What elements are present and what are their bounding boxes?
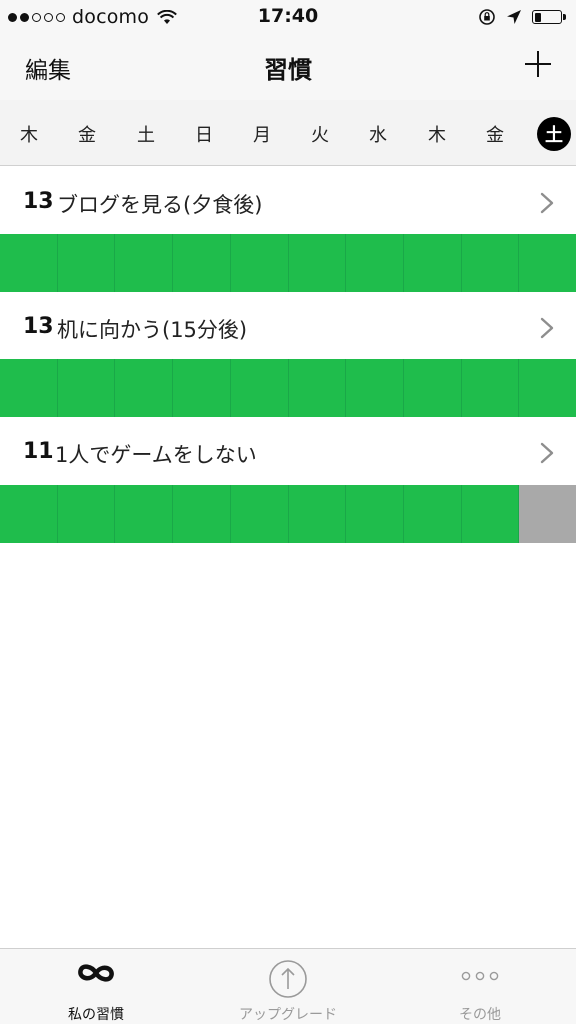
day-label[interactable]: 木 [420,117,454,151]
habit-name: 机に向かう(15分後) [57,318,248,342]
day-cell-done[interactable] [403,485,462,543]
day-label-today[interactable]: 土 [537,117,571,151]
day-label[interactable]: 月 [245,117,279,151]
tab-label: アップグレード [239,1007,337,1023]
day-cell-done[interactable] [173,359,231,417]
habit-progress-bar[interactable] [0,485,576,543]
habit-row[interactable]: 11 1人でゲームをしない [0,417,576,484]
day-row: 木 金 土 日 月 火 水 木 金 土 [0,100,576,166]
upgrade-arrow-icon [269,960,307,998]
day-cell-done[interactable] [0,359,58,417]
habit-streak-count: 11 [23,439,54,464]
habits-screen: docomo 17:40 編集 習慣 木 金 土 日 月 火 水 木 金 土 1… [0,0,576,1024]
infinity-icon [78,964,114,982]
rotation-lock-icon [479,9,495,25]
tab-my-habits[interactable]: 私の習慣 [0,949,192,1024]
day-cell-done[interactable] [230,359,289,417]
day-cell-done[interactable] [288,485,347,543]
day-cell-done[interactable] [173,234,231,292]
status-right [478,6,566,28]
day-cell-done[interactable] [230,234,289,292]
location-arrow-icon [507,10,521,24]
nav-bar: 編集 習慣 [0,34,576,100]
day-cell-done[interactable] [173,485,231,543]
tab-label: その他 [459,1007,501,1023]
day-cell-done[interactable] [115,359,174,417]
add-icon[interactable] [522,48,554,80]
day-cell-done[interactable] [461,485,520,543]
habit-row[interactable]: 13 机に向かう(15分後) [0,292,576,359]
day-cell-missed[interactable] [519,485,576,543]
day-cell-done[interactable] [288,359,347,417]
day-cell-done[interactable] [346,359,404,417]
day-cell-done[interactable] [115,485,174,543]
day-cell-done[interactable] [346,234,404,292]
day-cell-done[interactable] [403,234,462,292]
day-label[interactable]: 火 [303,117,337,151]
tab-more[interactable]: その他 [384,949,576,1024]
tab-bar: 私の習慣 アップグレード その他 [0,948,576,1024]
day-cell-done[interactable] [230,485,289,543]
tab-label: 私の習慣 [68,1007,124,1023]
day-cell-done[interactable] [288,234,347,292]
day-label[interactable]: 土 [129,117,163,151]
status-bar: docomo 17:40 [0,0,576,34]
day-cell-done[interactable] [0,234,58,292]
more-dots-icon [461,971,499,981]
page-title: 習慣 [264,56,312,84]
habit-streak-count: 13 [23,314,54,339]
day-label[interactable]: 水 [361,117,395,151]
day-cell-done[interactable] [115,234,174,292]
day-cell-done[interactable] [346,485,404,543]
habit-progress-bar[interactable] [0,359,576,417]
tab-upgrade[interactable]: アップグレード [192,949,384,1024]
chevron-right-icon[interactable] [540,317,554,339]
habit-name: ブログを見る(夕食後) [57,193,263,217]
day-cell-done[interactable] [519,234,576,292]
day-label[interactable]: 金 [478,117,512,151]
day-cell-done[interactable] [57,234,116,292]
chevron-right-icon[interactable] [540,192,554,214]
day-label[interactable]: 木 [12,117,46,151]
day-cell-done[interactable] [519,359,576,417]
day-cell-done[interactable] [403,359,462,417]
habit-progress-bar[interactable] [0,234,576,292]
day-cell-done[interactable] [461,234,520,292]
day-cell-done[interactable] [461,359,520,417]
battery-icon [532,10,566,24]
habit-streak-count: 13 [23,189,54,214]
habit-name: 1人でゲームをしない [55,443,257,467]
day-cell-done[interactable] [57,485,116,543]
day-label[interactable]: 日 [187,117,221,151]
day-label[interactable]: 金 [70,117,104,151]
chevron-right-icon[interactable] [540,442,554,464]
day-cell-done[interactable] [57,359,116,417]
habit-row[interactable]: 13 ブログを見る(夕食後) [0,167,576,234]
day-cell-done[interactable] [0,485,58,543]
